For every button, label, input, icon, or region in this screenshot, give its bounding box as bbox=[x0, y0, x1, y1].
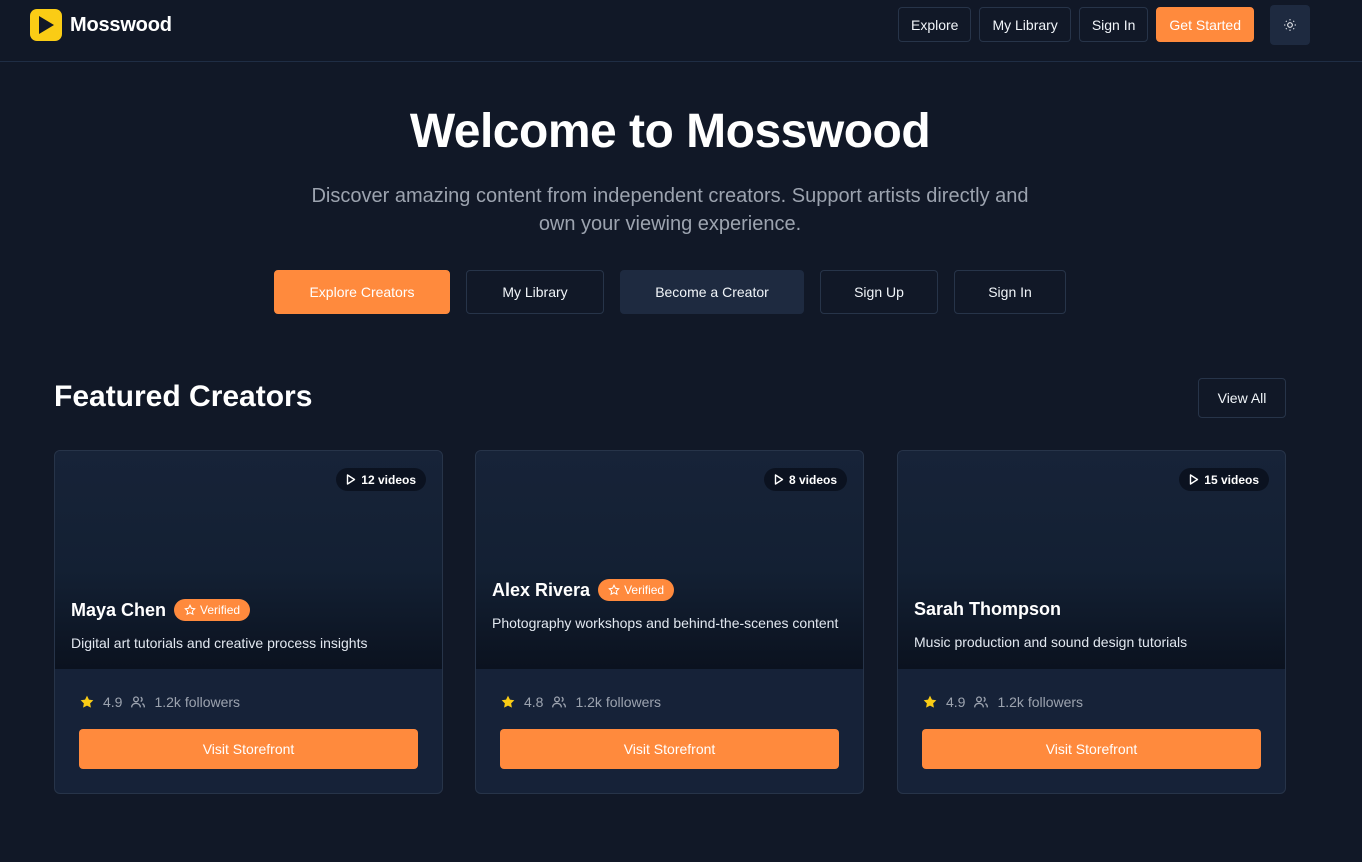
star-outline-icon bbox=[608, 584, 620, 596]
sign-in-button[interactable]: Sign In bbox=[954, 270, 1066, 314]
play-icon bbox=[774, 474, 784, 485]
sun-icon bbox=[1283, 18, 1297, 32]
nav-my-library[interactable]: My Library bbox=[979, 7, 1071, 42]
creator-info: Maya Chen Verified Digital art tutorials… bbox=[71, 599, 426, 653]
featured-creators-title: Featured Creators bbox=[54, 380, 313, 413]
rating: 4.9 bbox=[946, 694, 966, 710]
rating: 4.9 bbox=[103, 694, 123, 710]
creator-info: Alex Rivera Verified Photography worksho… bbox=[492, 579, 847, 633]
play-icon bbox=[1189, 474, 1199, 485]
video-count-badge: 8 videos bbox=[763, 468, 847, 491]
creator-stats: 4.9 1.2k followers bbox=[79, 694, 240, 710]
top-navigation-bar: Mosswood Explore My Library Sign In Get … bbox=[0, 0, 1362, 62]
verified-label: Verified bbox=[200, 603, 241, 617]
explore-creators-button[interactable]: Explore Creators bbox=[274, 270, 450, 314]
theme-toggle-button[interactable] bbox=[1270, 5, 1310, 45]
creator-name: Maya Chen bbox=[71, 599, 167, 620]
my-library-button[interactable]: My Library bbox=[466, 270, 604, 314]
visit-storefront-button[interactable]: Visit Storefront bbox=[500, 729, 839, 769]
creator-description: Music production and sound design tutori… bbox=[914, 634, 1188, 650]
video-count-badge: 12 videos bbox=[336, 468, 426, 491]
rating: 4.8 bbox=[524, 694, 544, 710]
star-icon bbox=[500, 694, 516, 710]
play-icon bbox=[346, 474, 356, 485]
followers: 1.2k followers bbox=[154, 694, 241, 710]
creator-stats: 4.9 1.2k followers bbox=[922, 694, 1083, 710]
followers: 1.2k followers bbox=[997, 694, 1084, 710]
verified-label: Verified bbox=[624, 583, 665, 597]
creator-card-sarah-thompson[interactable]: 15 videos Sarah Thompson Music productio… bbox=[897, 450, 1286, 794]
brand[interactable]: Mosswood bbox=[30, 9, 172, 41]
video-count: 12 videos bbox=[361, 472, 416, 487]
view-all-button[interactable]: View All bbox=[1198, 378, 1286, 418]
verified-badge: Verified bbox=[174, 599, 251, 621]
play-logo-icon bbox=[30, 9, 62, 41]
hero-title: Welcome to Mosswood bbox=[409, 105, 931, 158]
creator-card-maya-chen[interactable]: 12 videos Maya Chen Verified Digital art… bbox=[54, 450, 443, 794]
creator-info: Sarah Thompson Music production and soun… bbox=[914, 599, 1269, 652]
hero-subtitle: Discover amazing content from independen… bbox=[311, 185, 1029, 235]
creator-name: Sarah Thompson bbox=[914, 599, 1062, 619]
get-started-button[interactable]: Get Started bbox=[1156, 7, 1254, 42]
nav-sign-in[interactable]: Sign In bbox=[1078, 7, 1149, 42]
hero-actions: Explore Creators My Library Become a Cre… bbox=[274, 270, 1066, 314]
creator-description: Photography workshops and behind-the-sce… bbox=[492, 615, 839, 631]
video-count: 15 videos bbox=[1204, 472, 1259, 487]
creator-card-alex-rivera[interactable]: 8 videos Alex Rivera Verified Photograph… bbox=[475, 450, 864, 794]
verified-badge: Verified bbox=[598, 579, 675, 601]
creator-description: Digital art tutorials and creative proce… bbox=[71, 635, 368, 651]
users-icon bbox=[973, 694, 989, 710]
sign-up-button[interactable]: Sign Up bbox=[820, 270, 938, 314]
star-outline-icon bbox=[184, 604, 196, 616]
become-creator-button[interactable]: Become a Creator bbox=[620, 270, 804, 314]
header-nav: Explore My Library Sign In Get Started bbox=[897, 7, 1254, 42]
followers: 1.2k followers bbox=[575, 694, 662, 710]
video-count-badge: 15 videos bbox=[1179, 468, 1269, 491]
creator-name: Alex Rivera bbox=[492, 579, 591, 600]
creator-stats: 4.8 1.2k followers bbox=[500, 694, 661, 710]
nav-explore[interactable]: Explore bbox=[897, 7, 972, 42]
brand-name: Mosswood bbox=[70, 13, 172, 36]
users-icon bbox=[551, 694, 567, 710]
visit-storefront-button[interactable]: Visit Storefront bbox=[79, 729, 418, 769]
video-count: 8 videos bbox=[788, 472, 837, 487]
star-icon bbox=[922, 694, 938, 710]
star-icon bbox=[79, 694, 95, 710]
visit-storefront-button[interactable]: Visit Storefront bbox=[922, 729, 1261, 769]
users-icon bbox=[130, 694, 146, 710]
